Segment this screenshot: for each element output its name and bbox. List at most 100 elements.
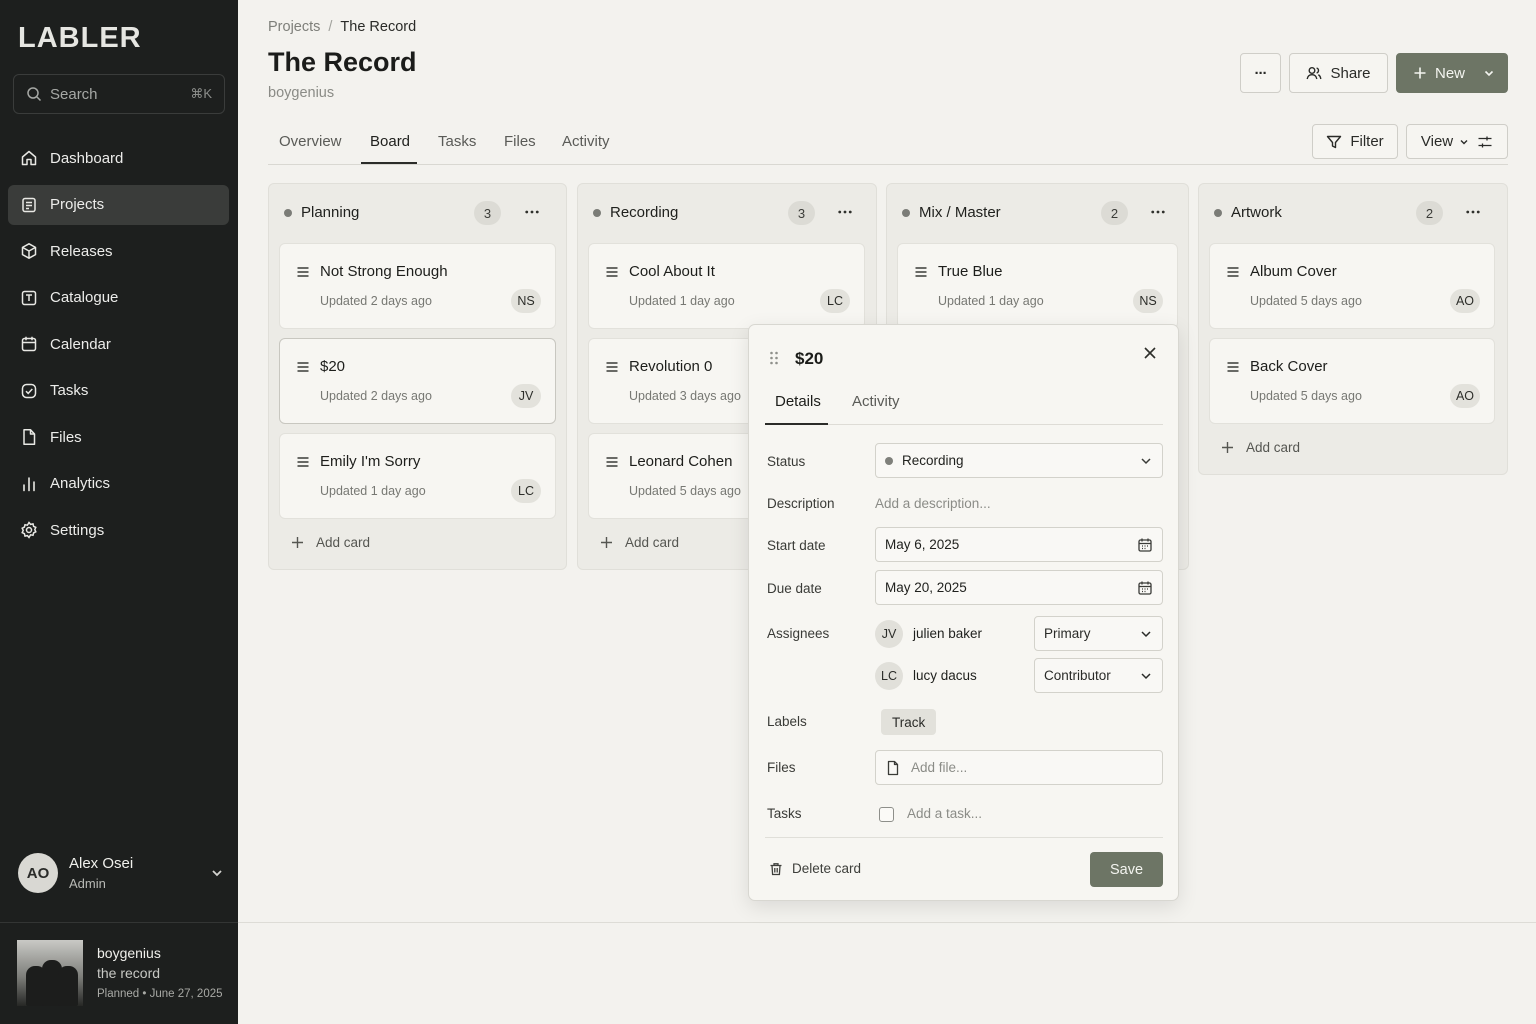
column-more-icon[interactable] — [1147, 200, 1169, 224]
add-card-button[interactable]: Add card — [600, 535, 679, 550]
status-select[interactable]: Recording — [875, 443, 1163, 478]
start-date-field[interactable]: May 6, 2025 — [875, 527, 1163, 562]
user-menu[interactable]: AO Alex Osei Admin — [18, 852, 224, 894]
add-card-button[interactable]: Add card — [291, 535, 370, 550]
assignee-name: lucy dacus — [913, 668, 977, 683]
board-column-planning: Planning 3 Not Strong Enough Updated 2 d… — [268, 183, 567, 570]
due-date-field[interactable]: May 20, 2025 — [875, 570, 1163, 605]
column-title: Recording — [610, 204, 679, 221]
more-options-button[interactable]: ··· — [1240, 53, 1281, 93]
add-card-label: Add card — [625, 535, 680, 550]
status-dot — [284, 209, 292, 217]
column-count-badge: 2 — [1416, 201, 1443, 225]
task-checkbox[interactable] — [879, 807, 894, 822]
sidebar-item-files[interactable]: Files — [8, 417, 229, 457]
tab-activity[interactable]: Activity — [852, 393, 900, 410]
add-card-button[interactable]: Add card — [1221, 440, 1300, 455]
sidebar-item-dashboard[interactable]: Dashboard — [8, 138, 229, 178]
column-more-icon[interactable] — [521, 200, 543, 224]
chevron-down-icon[interactable] — [1483, 67, 1495, 79]
tab-overview[interactable]: Overview — [279, 133, 342, 150]
description-label: Description — [767, 496, 835, 511]
plus-icon — [291, 536, 304, 549]
label-chip[interactable]: Track — [881, 709, 937, 735]
chevron-down-icon — [1139, 669, 1153, 683]
column-more-icon[interactable] — [834, 200, 856, 224]
sidebar-item-calendar[interactable]: Calendar — [8, 324, 229, 364]
assignee-role-select[interactable]: Primary — [1034, 616, 1163, 651]
calendar-icon[interactable] — [1137, 537, 1153, 553]
delete-card-label: Delete card — [792, 861, 862, 876]
column-header: Recording 3 — [578, 184, 876, 240]
card-assignee-badge: AO — [1449, 289, 1480, 313]
assignees-label: Assignees — [767, 626, 830, 641]
assignee-role-select[interactable]: Contributor — [1034, 658, 1163, 693]
divider — [765, 837, 1163, 838]
board-card[interactable]: Cool About It Updated 1 day ago LC — [588, 243, 865, 329]
tab-details[interactable]: Details — [775, 393, 821, 410]
column-count-badge: 3 — [474, 201, 501, 225]
trash-icon — [769, 862, 783, 876]
sidebar: LABLER Search ⌘K Dashboard Projects Rele… — [0, 0, 238, 1024]
status-dot — [593, 209, 601, 217]
plus-icon — [1221, 441, 1234, 454]
new-button[interactable]: New — [1396, 53, 1508, 93]
column-more-icon[interactable] — [1462, 200, 1484, 224]
board-card[interactable]: True Blue Updated 1 day ago NS — [897, 243, 1178, 329]
drag-handle-icon[interactable] — [769, 350, 779, 366]
board-card[interactable]: Not Strong Enough Updated 2 days ago NS — [279, 243, 556, 329]
sidebar-item-settings[interactable]: Settings — [8, 510, 229, 550]
save-button[interactable]: Save — [1090, 852, 1163, 887]
app-logo[interactable]: LABLER — [18, 22, 142, 55]
breadcrumb-current: The Record — [340, 19, 417, 35]
card-title: $20 — [320, 358, 346, 375]
now-playing[interactable]: boygenius the record Planned • June 27, … — [0, 922, 238, 1024]
sidebar-item-tasks[interactable]: Tasks — [8, 371, 229, 411]
column-header: Mix / Master 2 — [887, 184, 1188, 240]
board-card[interactable]: Album Cover Updated 5 days ago AO — [1209, 243, 1495, 329]
page-title: The Record — [268, 47, 417, 77]
board-card-selected[interactable]: $20 Updated 2 days ago JV — [279, 338, 556, 424]
assignee-role-value: Contributor — [1044, 668, 1111, 683]
panel-tabs: Details Activity — [765, 385, 1163, 425]
calendar-icon[interactable] — [1137, 580, 1153, 596]
gear-icon — [20, 521, 38, 539]
sidebar-item-catalogue[interactable]: Catalogue — [8, 278, 229, 318]
card-updated: Updated 2 days ago — [320, 294, 432, 308]
assignee-name: julien baker — [913, 626, 983, 641]
files-label: Files — [767, 760, 796, 775]
status-dot — [902, 209, 910, 217]
due-date-label: Due date — [767, 581, 822, 596]
card-updated: Updated 1 day ago — [938, 294, 1044, 308]
plus-icon — [1413, 66, 1427, 80]
card-title: Revolution 0 — [629, 358, 713, 375]
board-card[interactable]: Back Cover Updated 5 days ago AO — [1209, 338, 1495, 424]
close-icon[interactable] — [1142, 345, 1158, 361]
tab-tasks[interactable]: Tasks — [438, 133, 476, 150]
filter-button[interactable]: Filter — [1312, 124, 1398, 159]
tab-files[interactable]: Files — [504, 133, 536, 150]
sidebar-item-releases[interactable]: Releases — [8, 231, 229, 271]
chevron-down-icon[interactable] — [210, 866, 224, 880]
sidebar-item-analytics[interactable]: Analytics — [8, 464, 229, 504]
view-button[interactable]: View — [1406, 124, 1508, 159]
share-button[interactable]: Share — [1289, 53, 1388, 93]
tab-activity[interactable]: Activity — [562, 133, 610, 150]
sidebar-item-label: Files — [50, 428, 82, 446]
avatar: AO — [18, 853, 58, 893]
card-updated: Updated 2 days ago — [320, 389, 432, 403]
bar-chart-icon — [20, 475, 38, 493]
description-input[interactable]: Add a description... — [875, 496, 991, 511]
breadcrumb-parent[interactable]: Projects — [268, 19, 320, 35]
add-task-input[interactable]: Add a task... — [907, 806, 982, 821]
add-card-label: Add card — [316, 535, 371, 550]
sidebar-item-projects[interactable]: Projects — [8, 184, 229, 225]
tab-board[interactable]: Board — [370, 133, 410, 150]
card-title: Emily I'm Sorry — [320, 453, 421, 470]
delete-card-button[interactable]: Delete card — [769, 861, 861, 876]
add-file-input[interactable]: Add file... — [875, 750, 1163, 785]
search-input[interactable]: Search ⌘K — [13, 74, 225, 114]
card-lines-icon — [605, 455, 619, 469]
card-updated: Updated 5 days ago — [1250, 294, 1362, 308]
board-card[interactable]: Emily I'm Sorry Updated 1 day ago LC — [279, 433, 556, 519]
